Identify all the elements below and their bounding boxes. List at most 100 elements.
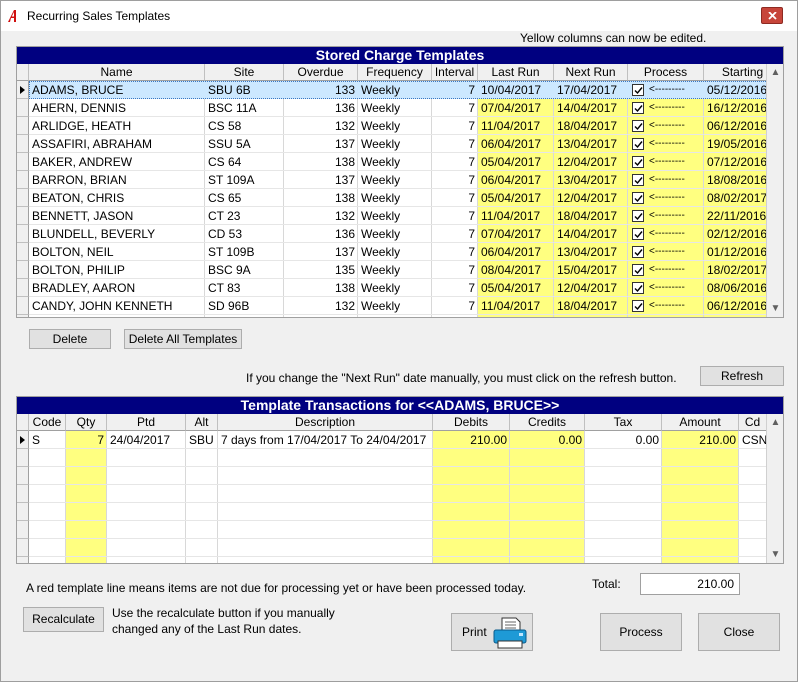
column-header-site[interactable]: Site: [205, 64, 284, 81]
row-indicator[interactable]: [17, 225, 29, 243]
process-checkbox[interactable]: [632, 300, 644, 312]
print-button[interactable]: Print: [451, 613, 533, 651]
cell-next-run[interactable]: 14/04/2017: [554, 225, 628, 243]
row-indicator[interactable]: [17, 449, 29, 467]
cell-next-run[interactable]: 14/04/2017: [554, 99, 628, 117]
cell-last-run[interactable]: 07/04/2017: [478, 99, 554, 117]
cell-debits[interactable]: 210.00: [433, 431, 510, 449]
process-checkbox[interactable]: [632, 174, 644, 186]
column-header-code[interactable]: Code: [29, 414, 66, 431]
row-indicator[interactable]: [17, 539, 29, 557]
row-indicator[interactable]: [17, 135, 29, 153]
process-checkbox[interactable]: [632, 138, 644, 150]
row-indicator[interactable]: [17, 297, 29, 315]
cell-last-run[interactable]: 05/04/2017: [478, 153, 554, 171]
recalculate-button[interactable]: Recalculate: [23, 607, 104, 632]
cell-last-run[interactable]: 05/04/2017: [478, 189, 554, 207]
scroll-down-icon[interactable]: ▼: [767, 546, 783, 563]
cell-next-run[interactable]: 15/04/2017: [554, 261, 628, 279]
process-checkbox[interactable]: [632, 84, 644, 96]
refresh-button[interactable]: Refresh: [700, 366, 784, 386]
column-header-frequency[interactable]: Frequency: [358, 64, 432, 81]
row-indicator[interactable]: [17, 315, 29, 317]
row-indicator[interactable]: [17, 521, 29, 539]
cell-last-run[interactable]: 06/04/2017: [478, 135, 554, 153]
cell-last-run[interactable]: 08/04/2017: [478, 261, 554, 279]
row-indicator[interactable]: [17, 467, 29, 485]
column-header-ptd[interactable]: Ptd: [107, 414, 186, 431]
cell-last-run[interactable]: 11/04/2017: [478, 117, 554, 135]
checkbox-checked-icon: [634, 177, 643, 185]
process-checkbox[interactable]: [632, 246, 644, 258]
column-header-amount[interactable]: Amount: [662, 414, 739, 431]
column-header-cd[interactable]: Cd: [739, 414, 767, 431]
row-indicator[interactable]: [17, 99, 29, 117]
vertical-scrollbar[interactable]: ▲ ▼: [766, 414, 783, 563]
process-checkbox[interactable]: [632, 228, 644, 240]
scroll-down-icon[interactable]: ▼: [767, 300, 783, 317]
row-indicator[interactable]: [17, 485, 29, 503]
process-checkbox[interactable]: [632, 156, 644, 168]
delete-all-templates-button[interactable]: Delete All Templates: [124, 329, 242, 349]
column-header-process[interactable]: Process: [628, 64, 704, 81]
vertical-scrollbar[interactable]: ▲ ▼: [766, 64, 783, 317]
column-header-debits[interactable]: Debits: [433, 414, 510, 431]
cell-next-run[interactable]: 13/04/2017: [554, 171, 628, 189]
process-button[interactable]: Process: [600, 613, 682, 651]
row-indicator[interactable]: [17, 189, 29, 207]
column-header-qty[interactable]: Qty: [66, 414, 107, 431]
cell-last-run[interactable]: 10/04/2017: [478, 81, 554, 99]
cell-last-run[interactable]: 06/04/2017: [478, 171, 554, 189]
column-header-tax[interactable]: Tax: [585, 414, 662, 431]
close-button[interactable]: Close: [698, 613, 780, 651]
column-header-interval[interactable]: Interval: [432, 64, 478, 81]
process-checkbox[interactable]: [632, 120, 644, 132]
column-divider: [432, 431, 433, 563]
cell-next-run[interactable]: 18/04/2017: [554, 117, 628, 135]
cell-next-run[interactable]: 12/04/2017: [554, 153, 628, 171]
cell-name: BARRON, BRIAN: [32, 173, 127, 187]
row-indicator[interactable]: [17, 503, 29, 521]
row-indicator[interactable]: [17, 81, 29, 99]
cell-next-run[interactable]: 17/04/2017: [554, 81, 628, 99]
process-checkbox[interactable]: [632, 192, 644, 204]
cell-last-run[interactable]: 07/04/2017: [478, 225, 554, 243]
row-indicator[interactable]: [17, 557, 29, 563]
scroll-up-icon[interactable]: ▲: [767, 414, 783, 431]
row-indicator[interactable]: [17, 243, 29, 261]
row-indicator[interactable]: [17, 279, 29, 297]
cell-next-run[interactable]: 12/04/2017: [554, 279, 628, 297]
cell-next-run[interactable]: 13/04/2017: [554, 135, 628, 153]
delete-button[interactable]: Delete: [29, 329, 111, 349]
row-indicator[interactable]: [17, 207, 29, 225]
cell-next-run[interactable]: 12/04/2017: [554, 189, 628, 207]
scroll-up-icon[interactable]: ▲: [767, 64, 783, 81]
row-indicator[interactable]: [17, 153, 29, 171]
column-header-overdue[interactable]: Overdue: [284, 64, 358, 81]
row-indicator[interactable]: [17, 261, 29, 279]
column-header-description[interactable]: Description: [218, 414, 433, 431]
cell-next-run[interactable]: 18/04/2017: [554, 207, 628, 225]
column-header-next-run[interactable]: Next Run: [554, 64, 628, 81]
process-checkbox[interactable]: [632, 264, 644, 276]
column-header-last-run[interactable]: Last Run: [478, 64, 554, 81]
column-header-alt[interactable]: Alt: [186, 414, 218, 431]
cell-last-run[interactable]: 11/04/2017: [478, 297, 554, 315]
process-checkbox[interactable]: [632, 282, 644, 294]
row-indicator[interactable]: [17, 117, 29, 135]
cell-last-run[interactable]: 05/04/2017: [478, 279, 554, 297]
cell-last-run[interactable]: 06/04/2017: [478, 243, 554, 261]
row-indicator[interactable]: [17, 431, 29, 449]
cell-qty[interactable]: 7: [66, 431, 107, 449]
cell-next-run[interactable]: 13/04/2017: [554, 243, 628, 261]
cell-credits[interactable]: 0.00: [510, 431, 585, 449]
column-header-name[interactable]: Name: [29, 64, 205, 81]
cell-last-run[interactable]: 11/04/2017: [478, 207, 554, 225]
column-header-credits[interactable]: Credits: [510, 414, 585, 431]
window-close-button[interactable]: [761, 7, 783, 24]
process-checkbox[interactable]: [632, 102, 644, 114]
process-checkbox[interactable]: [632, 210, 644, 222]
cell-amount[interactable]: 210.00: [662, 431, 739, 449]
cell-next-run[interactable]: 18/04/2017: [554, 297, 628, 315]
row-indicator[interactable]: [17, 171, 29, 189]
